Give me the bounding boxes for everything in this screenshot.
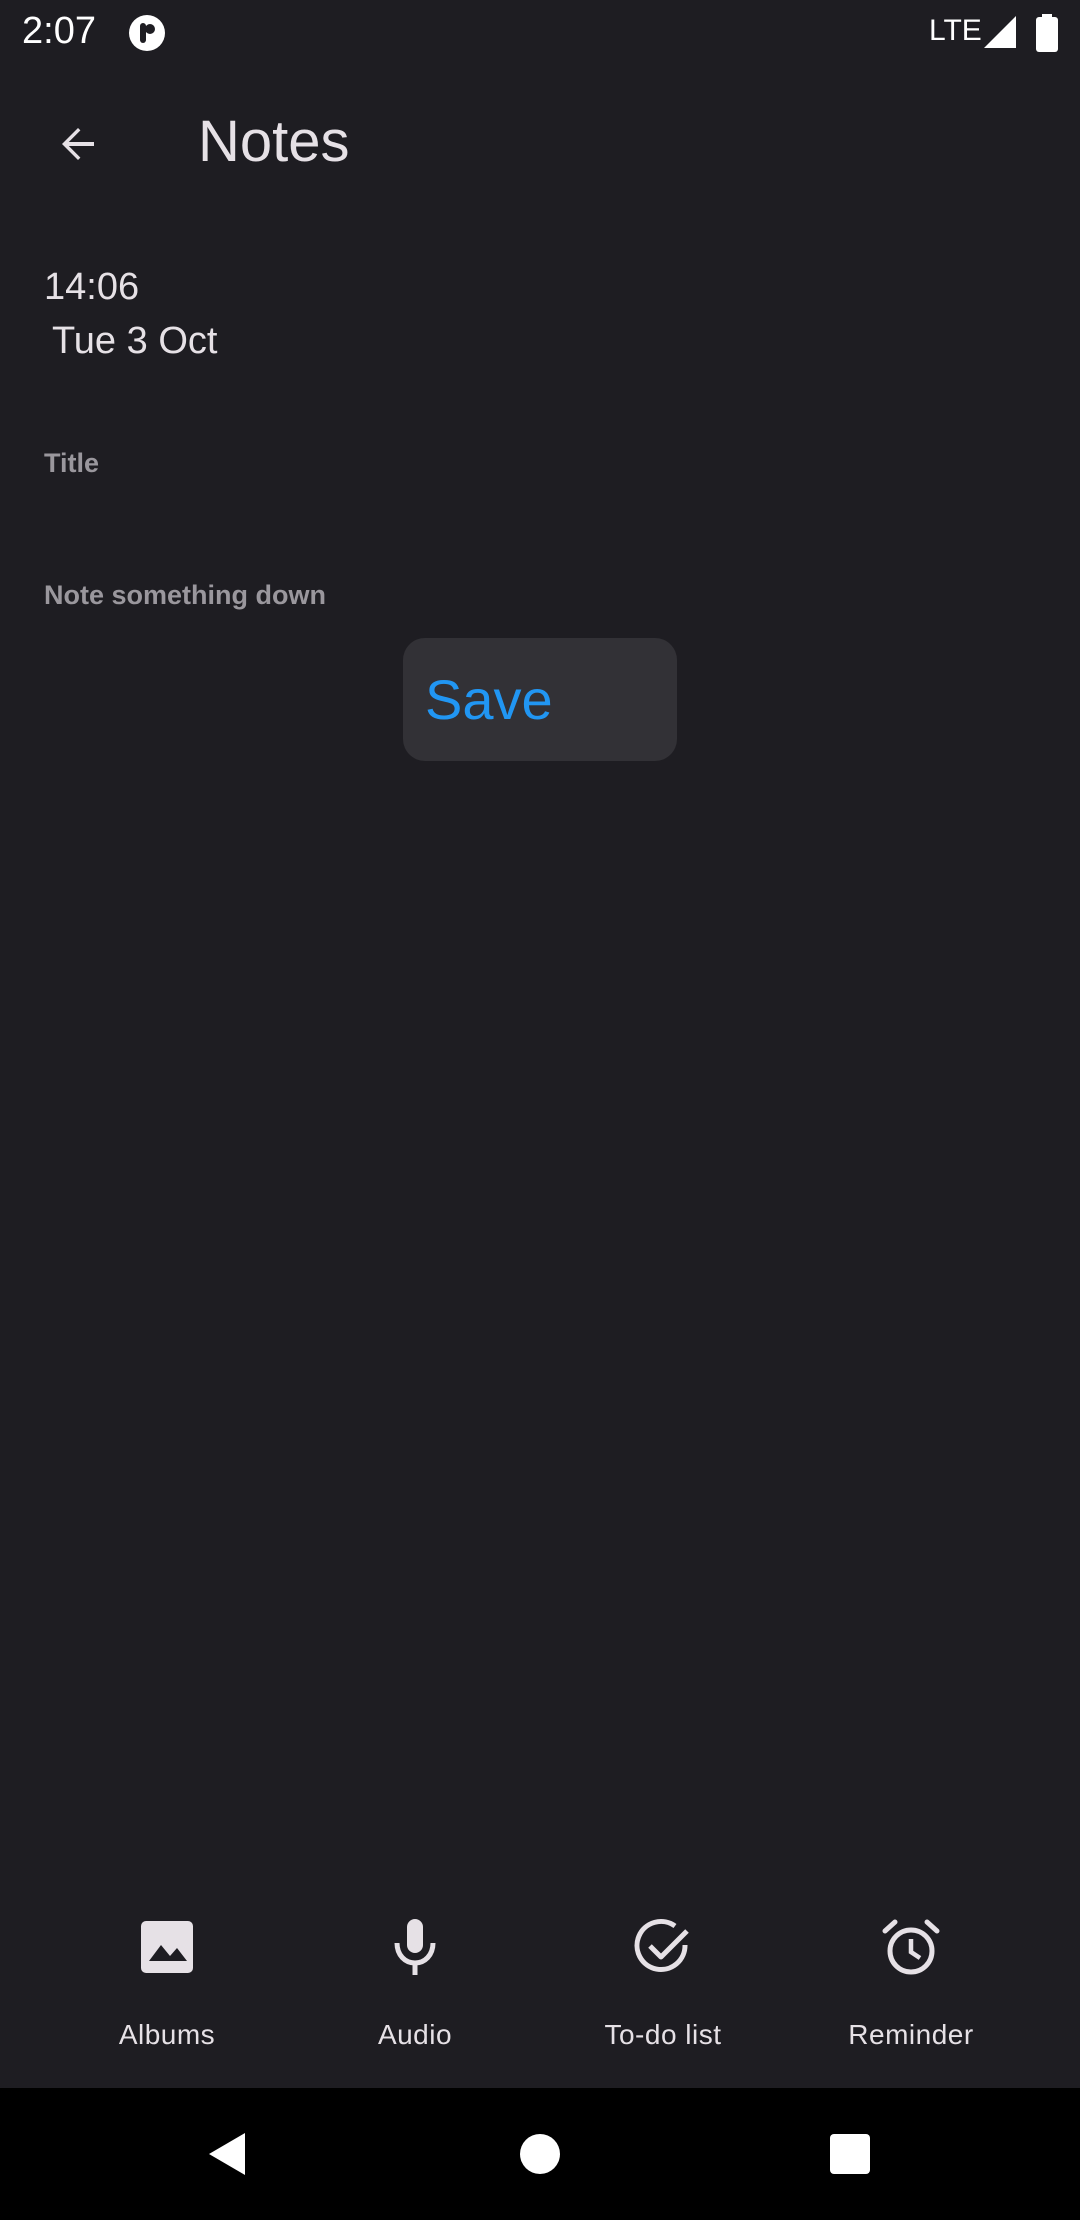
note-time: 14:06	[44, 266, 140, 308]
note-body-input[interactable]	[44, 560, 1034, 630]
status-time: 2:07	[22, 10, 96, 52]
arrow-back-icon	[62, 128, 94, 160]
system-nav-bar	[0, 2088, 1080, 2220]
albums-action[interactable]: Albums	[43, 1895, 291, 2075]
audio-label: Audio	[377, 2019, 453, 2050]
status-bar: 2:07 LTE	[0, 0, 1080, 66]
square-recents-icon	[830, 2134, 870, 2174]
image-icon	[141, 1921, 193, 1973]
app-bar: Notes	[0, 86, 1080, 198]
signal-icon	[984, 16, 1016, 48]
app-notification-icon	[129, 15, 165, 51]
reminder-action[interactable]: Reminder	[787, 1895, 1035, 2075]
note-date: Tue 3 Oct	[52, 320, 218, 362]
nav-recents-button[interactable]	[812, 2116, 888, 2192]
reminder-label: Reminder	[848, 2019, 974, 2050]
bottom-action-bar: Albums Audio To-do list Reminder	[0, 1895, 1080, 2085]
network-type: LTE	[929, 14, 982, 47]
audio-action[interactable]: Audio	[291, 1895, 539, 2075]
todo-action[interactable]: To-do list	[539, 1895, 787, 2075]
back-button[interactable]	[30, 102, 126, 186]
alarm-clock-icon	[882, 1919, 940, 1975]
albums-label: Albums	[118, 2019, 216, 2050]
microphone-icon	[394, 1919, 436, 1975]
todo-label: To-do list	[604, 2019, 722, 2050]
circle-home-icon	[520, 2134, 560, 2174]
title-input[interactable]	[44, 428, 1034, 498]
triangle-back-icon	[209, 2133, 245, 2175]
page-title: Notes	[198, 109, 350, 174]
save-button[interactable]: Save	[403, 638, 677, 761]
check-circle-icon	[634, 1919, 689, 1972]
nav-home-button[interactable]	[502, 2116, 578, 2192]
nav-back-button[interactable]	[188, 2116, 264, 2192]
battery-icon	[1036, 14, 1058, 52]
